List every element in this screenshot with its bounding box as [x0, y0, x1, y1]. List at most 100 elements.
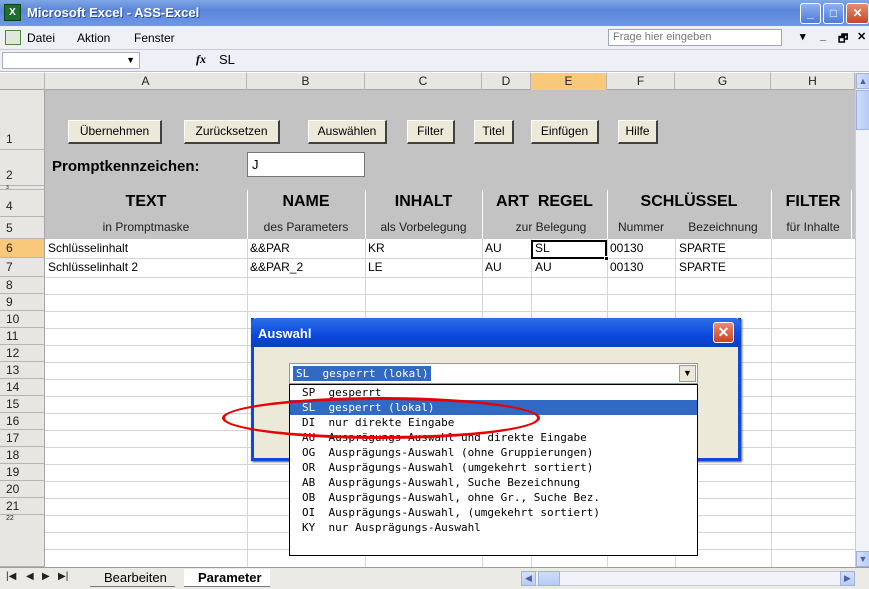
- chevron-down-icon[interactable]: ▼: [126, 55, 135, 65]
- first-sheet-icon[interactable]: |◀: [6, 571, 16, 582]
- hilfe-button[interactable]: Hilfe: [618, 120, 658, 144]
- subheader-nummer: Nummer: [617, 220, 664, 234]
- row-header-17[interactable]: 17: [0, 430, 45, 447]
- row-header-19[interactable]: 19: [0, 464, 45, 481]
- menu-aktion[interactable]: Aktion: [77, 31, 110, 45]
- tab-parameter[interactable]: Parameter: [184, 569, 270, 587]
- scroll-left-icon[interactable]: ◀: [521, 571, 536, 586]
- row-header-9[interactable]: 9: [0, 294, 45, 311]
- cell-b6[interactable]: &&PAR: [250, 241, 290, 255]
- cell-f6[interactable]: 00130: [610, 241, 643, 255]
- active-cell-selection[interactable]: [531, 240, 609, 261]
- regel-combobox[interactable]: SL gesperrt (lokal) ▼: [289, 363, 698, 384]
- row-header-18[interactable]: 18: [0, 447, 45, 464]
- combobox-selected-value: SL gesperrt (lokal): [293, 366, 432, 381]
- help-search-input[interactable]: Frage hier eingeben: [608, 29, 782, 46]
- dropdown-option[interactable]: KY nur Ausprägungs-Auswahl: [290, 520, 697, 535]
- excel-icon[interactable]: X: [4, 4, 21, 21]
- row-header-2[interactable]: 2: [0, 150, 45, 186]
- prev-sheet-icon[interactable]: ◀: [26, 571, 34, 582]
- subheader-bezeichnung: Bezeichnung: [688, 220, 758, 234]
- dropdown-option[interactable]: OI Ausprägungs-Auswahl, (umgekehrt sorti…: [290, 505, 697, 520]
- tab-bearbeiten[interactable]: Bearbeiten: [90, 569, 175, 587]
- doc-minimize-button[interactable]: _: [820, 30, 826, 42]
- formula-bar: ▼ fx SL: [0, 50, 869, 72]
- vertical-scroll-thumb[interactable]: [856, 90, 869, 130]
- cell-g7[interactable]: SPARTE: [679, 260, 726, 274]
- subheader-name: des Parameters: [263, 220, 349, 234]
- menu-datei[interactable]: Datei: [27, 31, 55, 45]
- horizontal-scrollbar[interactable]: ◀ ▶: [521, 571, 855, 586]
- row-header-1[interactable]: 1: [0, 90, 45, 150]
- uebernehmen-button[interactable]: Übernehmen: [68, 120, 162, 144]
- doc-restore-button[interactable]: 🗗: [838, 30, 848, 49]
- column-header-g[interactable]: G: [675, 73, 771, 90]
- row-header-13[interactable]: 13: [0, 362, 45, 379]
- column-header-e[interactable]: E: [531, 73, 607, 90]
- cell-a6[interactable]: Schlüsselinhalt: [48, 241, 128, 255]
- function-icon[interactable]: fx: [196, 52, 206, 67]
- dropdown-option[interactable]: AB Ausprägungs-Auswahl, Suche Bezeichnun…: [290, 475, 697, 490]
- menu-fenster[interactable]: Fenster: [134, 31, 175, 45]
- scroll-up-icon[interactable]: ▲: [856, 73, 869, 89]
- auswaehlen-button[interactable]: Auswählen: [308, 120, 387, 144]
- formula-input[interactable]: SL: [219, 52, 235, 67]
- cell-f7[interactable]: 00130: [610, 260, 643, 274]
- dialog-close-button[interactable]: ✕: [713, 322, 734, 343]
- column-header-h[interactable]: H: [771, 73, 855, 90]
- chevron-down-icon[interactable]: ▼: [679, 365, 696, 382]
- row-header-6[interactable]: 6: [0, 239, 45, 258]
- titel-button[interactable]: Titel: [474, 120, 514, 144]
- fill-handle[interactable]: [604, 256, 609, 261]
- row-header-14[interactable]: 14: [0, 379, 45, 396]
- workbook-icon[interactable]: [5, 30, 21, 45]
- cell-e7[interactable]: AU: [535, 260, 552, 274]
- annotation-ellipse: [222, 397, 540, 439]
- help-dropdown-icon[interactable]: ▾: [800, 30, 806, 43]
- name-box[interactable]: ▼: [2, 52, 140, 69]
- row-header-11[interactable]: 11: [0, 328, 45, 345]
- row-header-12[interactable]: 12: [0, 345, 45, 362]
- dropdown-option[interactable]: OG Ausprägungs-Auswahl (ohne Gruppierung…: [290, 445, 697, 460]
- last-sheet-icon[interactable]: ▶|: [58, 571, 68, 582]
- zuruecksetzen-button[interactable]: Zurücksetzen: [184, 120, 280, 144]
- cell-b7[interactable]: &&PAR_2: [250, 260, 303, 274]
- einfuegen-button[interactable]: Einfügen: [531, 120, 599, 144]
- row-header-8[interactable]: 8: [0, 277, 45, 294]
- row-header-5[interactable]: 5: [0, 217, 45, 239]
- close-button[interactable]: ✕: [846, 3, 869, 24]
- cell-d6[interactable]: AU: [485, 241, 502, 255]
- minimize-button[interactable]: _: [800, 3, 821, 24]
- row-header-20[interactable]: 20: [0, 481, 45, 498]
- row-header-22[interactable]: 22: [0, 515, 45, 567]
- column-header-d[interactable]: D: [482, 73, 531, 90]
- select-all-corner[interactable]: [0, 73, 45, 90]
- column-header-f[interactable]: F: [607, 73, 675, 90]
- scroll-down-icon[interactable]: ▼: [856, 551, 869, 567]
- cell-a7[interactable]: Schlüsselinhalt 2: [48, 260, 138, 274]
- cell-d7[interactable]: AU: [485, 260, 502, 274]
- row-header-10[interactable]: 10: [0, 311, 45, 328]
- grid-line: [45, 258, 855, 259]
- vertical-scrollbar[interactable]: ▲ ▼: [855, 73, 869, 567]
- column-header-a[interactable]: A: [45, 73, 247, 90]
- row-header-15[interactable]: 15: [0, 396, 45, 413]
- cell-c7[interactable]: LE: [368, 260, 383, 274]
- row-header-21[interactable]: 21: [0, 498, 45, 515]
- doc-close-button[interactable]: ✕: [857, 30, 866, 43]
- row-header-7[interactable]: 7: [0, 258, 45, 277]
- scroll-right-icon[interactable]: ▶: [840, 571, 855, 586]
- maximize-button[interactable]: □: [823, 3, 844, 24]
- prompt-input[interactable]: J: [247, 152, 365, 177]
- horizontal-scroll-thumb[interactable]: [538, 571, 560, 586]
- filter-button[interactable]: Filter: [407, 120, 455, 144]
- next-sheet-icon[interactable]: ▶: [42, 571, 50, 582]
- cell-g6[interactable]: SPARTE: [679, 241, 726, 255]
- cell-c6[interactable]: KR: [368, 241, 385, 255]
- dropdown-option[interactable]: OB Ausprägungs-Auswahl, ohne Gr., Suche …: [290, 490, 697, 505]
- column-header-c[interactable]: C: [365, 73, 482, 90]
- column-header-b[interactable]: B: [247, 73, 365, 90]
- dropdown-option[interactable]: OR Ausprägungs-Auswahl (umgekehrt sortie…: [290, 460, 697, 475]
- row-header-4[interactable]: 4: [0, 190, 45, 217]
- row-header-16[interactable]: 16: [0, 413, 45, 430]
